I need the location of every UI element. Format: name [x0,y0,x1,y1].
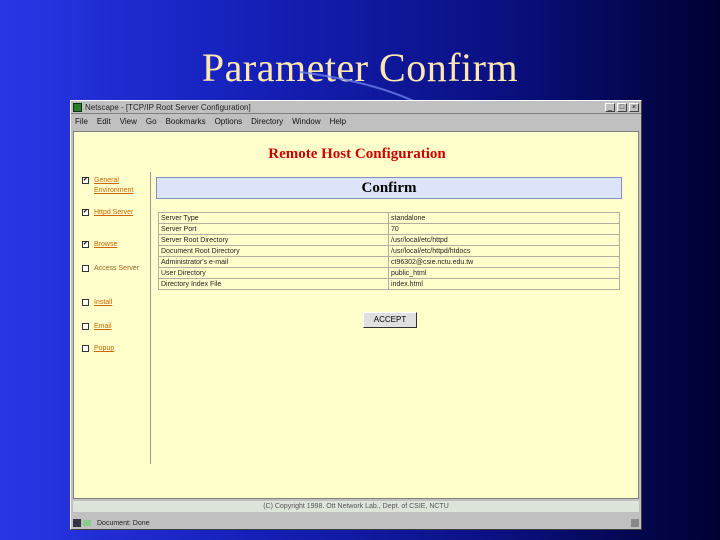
sidebar-item-httpd[interactable]: ✔ Httpd Server [82,208,147,240]
table-row: Server Root Directory /usr/local/etc/htt… [158,234,620,246]
maximize-button[interactable]: □ [617,102,627,112]
window-titlebar[interactable]: Netscape - [TCP/IP Root Server Configura… [71,101,641,114]
page-content: Remote Host Configuration ✔ General Envi… [73,131,639,499]
minimize-button[interactable]: _ [605,102,615,112]
checkbox-popup[interactable] [82,345,89,352]
status-text: Document: Done [97,519,150,527]
sidebar-item-browse[interactable]: ✔ Browse [82,240,147,264]
security-key-icon [83,520,91,526]
sidebar-item-label: General Environment [94,177,134,194]
table-row: Directory Index File index.html [158,278,620,290]
param-value: /usr/local/etc/httpd/htdocs [388,245,620,257]
checkbox-access[interactable] [82,265,89,272]
param-value: 70 [388,223,620,235]
menu-directory[interactable]: Directory [251,117,283,126]
browser-window: Netscape - [TCP/IP Root Server Configura… [70,100,642,530]
status-doc-icon [73,519,81,527]
param-value: index.html [388,278,620,290]
confirm-header: Confirm [156,177,622,199]
checkbox-browse[interactable]: ✔ [82,241,89,248]
param-value: standalone [388,212,620,224]
sidebar-item-label: Browse [94,241,118,248]
param-key: Administrator's e-mail [158,256,389,268]
table-row: Server Type standalone [158,212,620,224]
table-row: User Directory public_html [158,267,620,279]
menu-help[interactable]: Help [330,117,346,126]
checkbox-email[interactable] [82,323,89,330]
window-title: Netscape - [TCP/IP Root Server Configura… [85,102,251,112]
table-row: Document Root Directory /usr/local/etc/h… [158,245,620,257]
params-table: Server Type standalone Server Port 70 Se… [158,212,620,290]
sidebar-item-general[interactable]: ✔ General Environment [82,176,147,208]
param-key: Server Port [158,223,389,235]
sidebar-item-popup[interactable]: Popup [82,344,147,364]
menu-options[interactable]: Options [215,117,243,126]
param-key: Server Root Directory [158,234,389,246]
checkbox-general[interactable]: ✔ [82,177,89,184]
menu-edit[interactable]: Edit [97,117,111,126]
menu-file[interactable]: File [75,117,88,126]
copyright-footer: (C) Copyright 1998. Ott Network Lab., De… [73,501,639,512]
table-row: Server Port 70 [158,223,620,235]
param-value: ct96302@csie.nctu.edu.tw [388,256,620,268]
sidebar-item-label: Email [94,323,112,330]
netscape-app-icon [73,102,82,112]
sidebar-divider [150,172,151,464]
accept-button[interactable]: ACCEPT [363,312,417,328]
sidebar-item-access[interactable]: Access Server [82,264,147,298]
menu-go[interactable]: Go [146,117,157,126]
menu-bar: File Edit View Go Bookmarks Options Dire… [71,114,641,128]
sidebar-nav: ✔ General Environment ✔ Httpd Server ✔ B… [82,176,147,364]
sidebar-item-label: Install [94,299,113,306]
close-button[interactable]: × [629,102,639,112]
table-row: Administrator's e-mail ct96302@csie.nctu… [158,256,620,268]
param-value: public_html [388,267,620,279]
status-bar: Document: Done [73,517,639,529]
param-key: Document Root Directory [158,245,389,257]
param-key: Directory Index File [158,278,389,290]
sidebar-item-label: Popup [94,345,115,352]
param-key: User Directory [158,267,389,279]
menu-window[interactable]: Window [292,117,320,126]
resize-grip-icon[interactable] [631,519,639,527]
page-heading: Remote Host Configuration [268,146,446,162]
sidebar-item-email[interactable]: Email [82,322,147,344]
menu-view[interactable]: View [120,117,137,126]
slide-title: Parameter Confirm [201,45,519,90]
sidebar-item-label: Httpd Server [94,209,134,216]
param-key: Server Type [158,212,389,224]
menu-bookmarks[interactable]: Bookmarks [166,117,206,126]
sidebar-item-install[interactable]: Install [82,298,147,322]
checkbox-install[interactable] [82,299,89,306]
checkbox-httpd[interactable]: ✔ [82,209,89,216]
sidebar-item-label: Access Server [94,265,140,272]
param-value: /usr/local/etc/httpd [388,234,620,246]
